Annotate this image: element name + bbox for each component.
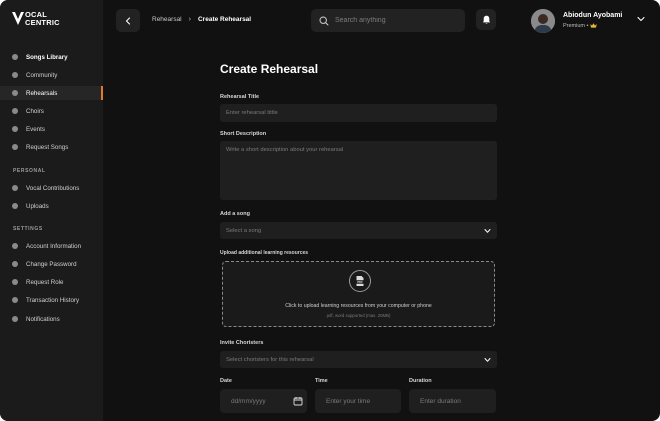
sidebar-item-vocal-contributions[interactable]: Vocal Contributions [0,181,103,195]
sidebar-item-rehearsals[interactable]: Rehearsals [0,86,103,100]
page-title: Create Rehearsal [220,62,319,76]
avatar-image [531,9,555,33]
invite-label: Invite Choristers [220,340,264,346]
sidebar-item-community[interactable]: Community [0,68,103,82]
bell-icon [12,316,18,322]
sidebar-item-notifications[interactable]: Notifications [0,312,103,326]
chevron-down-icon [484,228,491,233]
date-label: Date [220,378,232,384]
add-song-label: Add a song [220,211,250,217]
duration-label: Duration [409,378,432,384]
upload-instructions: Click to upload learning resources from … [285,303,432,309]
calendar-icon[interactable] [293,396,303,406]
description-field [220,141,497,200]
song-select[interactable]: Select a song [220,222,497,239]
pdf-icon: PDF [349,270,371,292]
avatar[interactable] [531,9,555,33]
date-input[interactable] [231,397,291,405]
user-name: Abiodun Ayobami [563,12,623,19]
back-button[interactable] [116,9,140,32]
rehearsal-title-input[interactable] [226,110,497,116]
logo: OCAL CENTRIC [12,11,60,27]
search-icon [319,15,329,25]
duration-field [409,389,496,413]
sidebar-item-uploads[interactable]: Uploads [0,199,103,213]
rehearsal-icon [12,90,18,96]
breadcrumb-separator: › [188,16,191,23]
search-bar [311,9,465,32]
sidebar-item-request-songs[interactable]: Request Songs [0,140,103,154]
app-window: OCAL CENTRIC Songs Library Community Reh… [0,0,660,421]
breadcrumb-rehearsal[interactable]: Rehearsal [152,16,182,23]
sidebar-item-choirs[interactable]: Choirs [0,104,103,118]
chevron-down-icon[interactable] [637,16,645,22]
history-icon [12,297,18,303]
section-label-personal: PERSONAL [13,168,46,174]
notifications-button[interactable] [476,9,496,30]
sidebar-item-account-information[interactable]: Account Information [0,239,103,253]
description-label: Short Description [220,131,267,137]
bell-icon [482,15,490,24]
calendar-icon [12,126,18,132]
time-label: Time [315,378,328,384]
upload-dropzone[interactable]: PDF Click to upload learning resources f… [222,261,495,327]
breadcrumb: Rehearsal › Create Rehearsal [152,16,251,23]
lock-icon [12,261,18,267]
time-input[interactable] [326,397,386,405]
crown-icon [590,23,597,28]
search-input[interactable] [335,17,455,24]
sidebar-item-songs-library[interactable]: Songs Library [0,50,103,64]
upload-formats: pdf, word supported (max. 20MB) [326,313,391,318]
choristers-select-value: Select choristers for this rehearsal [226,356,314,363]
sidebar-item-request-role[interactable]: Request Role [0,275,103,289]
choir-icon [12,108,18,114]
description-input[interactable] [226,141,497,200]
breadcrumb-current: Create Rehearsal [197,16,252,23]
logo-text: OCAL CENTRIC [25,10,60,27]
date-field [220,389,307,413]
request-icon [12,144,18,150]
document-icon: PDF [355,276,365,286]
choristers-select[interactable]: Select choristers for this rehearsal [220,351,497,368]
upload-icon [12,203,18,209]
rehearsal-title-label: Rehearsal Title [220,94,260,100]
time-field [315,389,401,413]
logo-v-icon [12,12,24,25]
sidebar-item-transaction-history[interactable]: Transaction History [0,293,103,307]
pdf-badge-text: PDF [357,280,363,284]
sidebar-item-change-password[interactable]: Change Password [0,257,103,271]
song-select-value: Select a song [226,227,262,234]
upload-label: Upload additional learning resources [220,250,309,256]
music-note-icon [12,54,18,60]
rehearsal-title-field [220,104,497,122]
user-plan: Premium • [563,23,597,29]
chevron-left-icon [125,16,131,25]
community-icon [12,72,18,78]
sidebar-item-events[interactable]: Events [0,122,103,136]
user-icon [12,243,18,249]
duration-input[interactable] [420,397,480,405]
chevron-down-icon [484,357,491,362]
microphone-icon [12,185,18,191]
sidebar: OCAL CENTRIC Songs Library Community Reh… [0,0,103,421]
role-icon [12,279,18,285]
section-label-settings: SETTINGS [13,226,43,232]
